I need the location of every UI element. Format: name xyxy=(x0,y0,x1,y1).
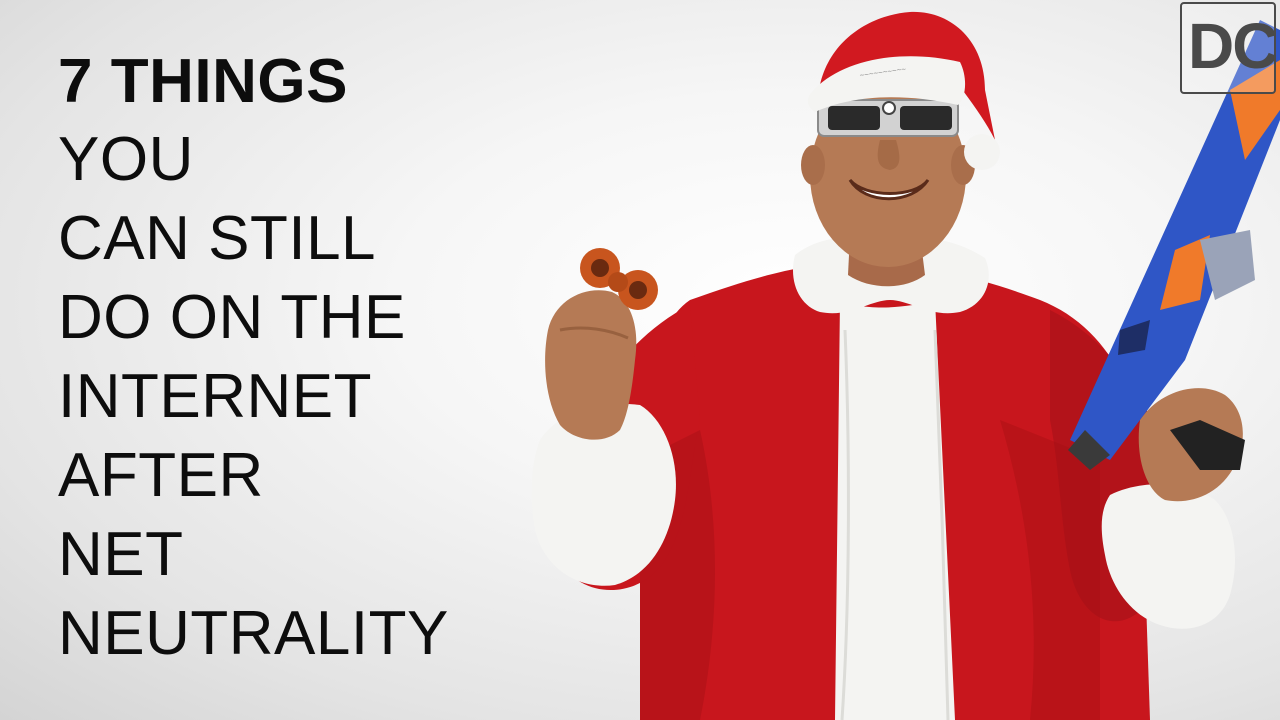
channel-logo-text: DC xyxy=(1188,10,1276,82)
left-hand xyxy=(545,290,637,440)
santa-figure-illustration: ~~~~~~~~~~ xyxy=(531,11,1280,720)
eclipse-glasses-icon xyxy=(817,99,959,137)
channel-logo: DC xyxy=(1180,2,1276,94)
video-frame: 7 THINGS YOU CAN STILL DO ON THE INTERNE… xyxy=(0,0,1280,720)
